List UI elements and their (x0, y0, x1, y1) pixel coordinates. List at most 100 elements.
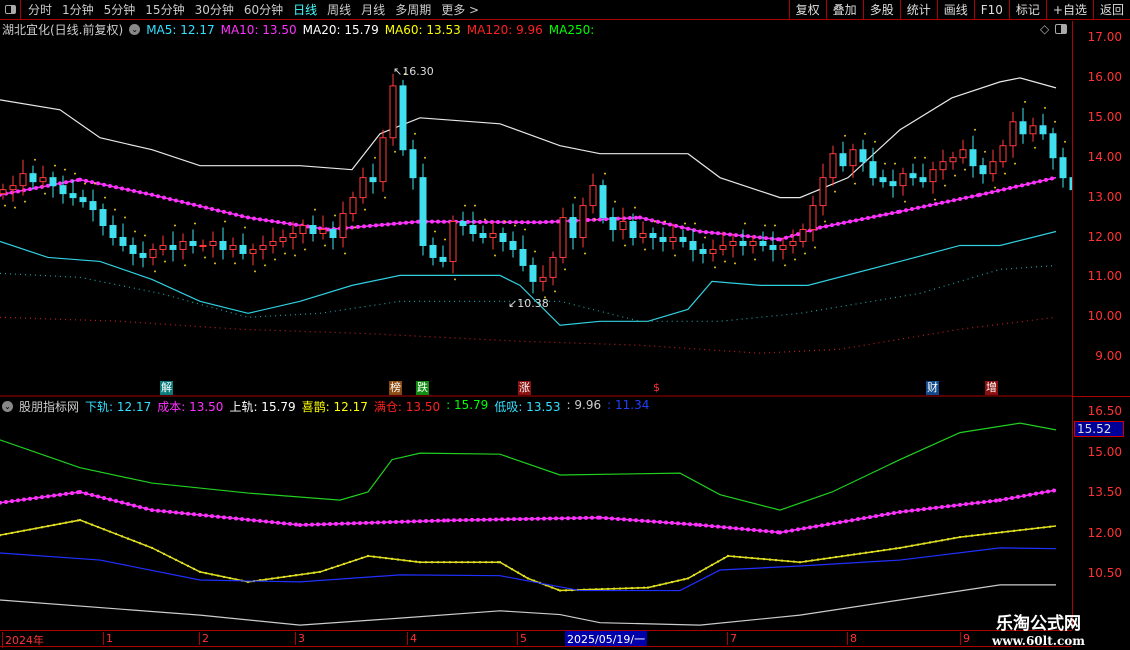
magenta-dot (704, 523, 708, 528)
ma-dot (890, 211, 894, 216)
yellow-dot (768, 558, 772, 561)
event-marker[interactable]: 涨 (518, 381, 531, 395)
event-marker[interactable]: 解 (160, 381, 173, 395)
magenta-dot (578, 516, 582, 521)
ma-dot (922, 204, 926, 209)
magenta-dot (676, 521, 680, 526)
yellow-dot (366, 554, 370, 558)
ma-dot (946, 199, 950, 204)
axis-tick: 12.00 (1087, 229, 1122, 244)
yellow-dot (624, 587, 628, 590)
event-marker[interactable]: $ (652, 381, 661, 395)
magenta-dot (512, 517, 516, 522)
yellow-dot (988, 532, 992, 535)
ma-dot (1008, 186, 1012, 191)
candle-body (99, 209, 107, 227)
sar-dot (364, 208, 366, 211)
candle-body (919, 177, 927, 183)
axis-tick: 13.00 (1087, 189, 1122, 204)
candle-body (329, 229, 337, 239)
candle-body (709, 248, 717, 254)
candle-body (969, 149, 977, 167)
yellow-dot (348, 560, 352, 564)
yellow-dot (1024, 528, 1028, 531)
date-label: 2 (199, 632, 209, 645)
yellow-dot (120, 535, 124, 538)
magenta-dot (916, 507, 920, 512)
magenta-dot (832, 521, 836, 526)
yellow-dot (78, 518, 82, 522)
candle-body (869, 161, 877, 179)
chart-area[interactable] (0, 0, 1072, 630)
sar-dot (164, 260, 166, 263)
sar-dot (204, 256, 206, 259)
magenta-dot (904, 509, 908, 514)
sar-dot (324, 244, 326, 247)
event-marker[interactable]: 跌 (416, 381, 429, 395)
candle-body (19, 173, 27, 187)
event-marker[interactable]: 增 (985, 381, 998, 395)
magenta-dot (862, 516, 866, 521)
ma-dot (168, 197, 172, 202)
sar-dot (904, 200, 906, 203)
axis-tick: 17.00 (1087, 30, 1122, 44)
event-marker[interactable]: 榜 (389, 381, 402, 395)
axis-tick: 13.50 (1087, 485, 1122, 499)
yellow-dot (126, 537, 130, 540)
magenta-dot (246, 517, 250, 522)
yellow-dot (144, 544, 148, 547)
sar-dot (824, 220, 826, 223)
sar-dot (94, 182, 96, 185)
candle-body (979, 165, 987, 175)
date-axis[interactable]: 2025/05/19/一 2024年 1 2 3 4 5 7 8 9 (0, 630, 1072, 648)
magenta-dot (400, 519, 404, 524)
magenta-dot (856, 517, 860, 522)
magenta-dot (46, 494, 50, 499)
sar-dot (784, 264, 786, 267)
sar-dot (844, 134, 846, 137)
candle-body (219, 240, 227, 250)
yellow-dot (156, 549, 160, 553)
magenta-dot (418, 519, 422, 524)
magenta-dot (264, 519, 268, 524)
magenta-dot (952, 503, 956, 508)
ma-dot (668, 222, 672, 227)
yellow-dot (354, 558, 358, 562)
ma-dot (686, 226, 690, 231)
yellow-dot (792, 560, 796, 563)
ma-dot (64, 180, 68, 185)
sar-dot (314, 208, 316, 211)
yellow-dot (852, 553, 856, 556)
yellow-dot (430, 561, 434, 564)
candle-body (299, 225, 307, 235)
yellow-dot (964, 535, 968, 538)
candle-body (539, 276, 547, 282)
sar-dot (794, 258, 796, 261)
candle-body (409, 149, 417, 179)
yellow-dot (630, 586, 634, 590)
magenta-dot (958, 502, 962, 507)
sar-dot (1044, 106, 1046, 109)
yellow-dot (816, 558, 820, 561)
yellow-dot (318, 570, 322, 574)
sar-dot (604, 172, 606, 175)
ma-dot (978, 192, 982, 197)
sar-dot (934, 198, 936, 201)
toolbar-button[interactable]: 返回 (1092, 0, 1130, 20)
ma-dot (108, 183, 112, 188)
ma-dot (778, 237, 782, 242)
candle-body (69, 193, 77, 199)
ma-dot (58, 181, 62, 186)
magenta-dot (524, 516, 528, 521)
candle-body (49, 177, 57, 187)
magenta-dot (310, 522, 314, 527)
magenta-dot (716, 524, 720, 529)
ma-dot (380, 222, 384, 227)
candle-body (59, 185, 67, 195)
sar-dot (54, 164, 56, 167)
ma-dot (430, 219, 434, 224)
sar-dot (464, 204, 466, 207)
magenta-dot (838, 520, 842, 525)
sar-dot (374, 156, 376, 159)
event-marker[interactable]: 财 (926, 381, 939, 395)
